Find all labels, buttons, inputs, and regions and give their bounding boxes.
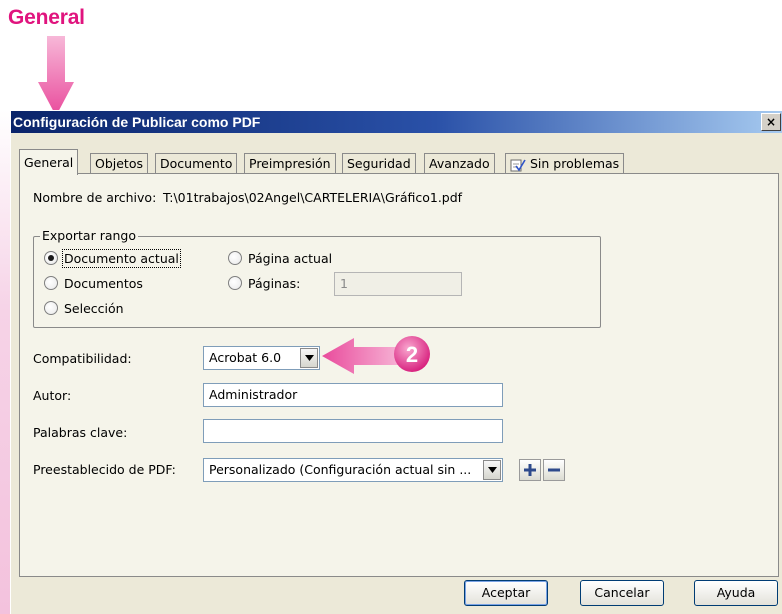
preset-value: Personalizado (Configuración actual sin … xyxy=(209,462,472,477)
compatibility-select[interactable]: Acrobat 6.0 xyxy=(203,346,320,370)
compatibility-dropdown-button[interactable] xyxy=(300,348,318,368)
filename-label: Nombre de archivo: xyxy=(33,190,157,205)
plus-icon xyxy=(524,464,536,476)
radio-documentos[interactable] xyxy=(44,276,58,290)
author-input[interactable]: Administrador xyxy=(203,383,503,407)
author-label: Autor: xyxy=(33,388,72,403)
compatibility-value: Acrobat 6.0 xyxy=(209,350,282,365)
export-range-title: Exportar rango xyxy=(40,228,138,243)
radio-seleccion[interactable] xyxy=(44,301,58,315)
remove-preset-button[interactable] xyxy=(543,459,565,481)
radio-pagina-actual[interactable] xyxy=(228,251,242,265)
filename-value: T:\01trabajos\02Angel\CARTELERIA\Gráfico… xyxy=(163,190,463,205)
keywords-input[interactable] xyxy=(203,419,503,443)
minus-icon xyxy=(548,468,560,472)
help-button[interactable]: Ayuda xyxy=(694,580,778,606)
preset-label: Preestablecido de PDF: xyxy=(33,462,176,477)
annotation-arrow-left-icon: 2 xyxy=(322,336,430,374)
radio-label-documentos[interactable]: Documentos xyxy=(64,276,143,291)
preset-dropdown-button[interactable] xyxy=(483,460,501,480)
radio-paginas[interactable] xyxy=(228,276,242,290)
annotation-badge: 2 xyxy=(406,342,418,367)
radio-documento-actual[interactable] xyxy=(44,251,58,265)
radio-label-documento-actual[interactable]: Documento actual xyxy=(62,249,181,268)
compatibility-label: Compatibilidad: xyxy=(33,351,132,366)
radio-label-seleccion[interactable]: Selección xyxy=(64,301,124,316)
radio-label-paginas[interactable]: Páginas: xyxy=(248,276,300,291)
pages-input[interactable]: 1 xyxy=(334,272,462,296)
panel-content: Nombre de archivo: T:\01trabajos\02Angel… xyxy=(0,0,782,614)
radio-label-pagina-actual[interactable]: Página actual xyxy=(248,251,332,266)
add-preset-button[interactable] xyxy=(519,459,541,481)
preset-select[interactable]: Personalizado (Configuración actual sin … xyxy=(203,458,503,482)
chevron-down-icon xyxy=(487,467,497,473)
cancel-button[interactable]: Cancelar xyxy=(580,580,664,606)
accept-button[interactable]: Aceptar xyxy=(464,580,548,606)
keywords-label: Palabras clave: xyxy=(33,425,128,440)
chevron-down-icon xyxy=(304,355,314,361)
